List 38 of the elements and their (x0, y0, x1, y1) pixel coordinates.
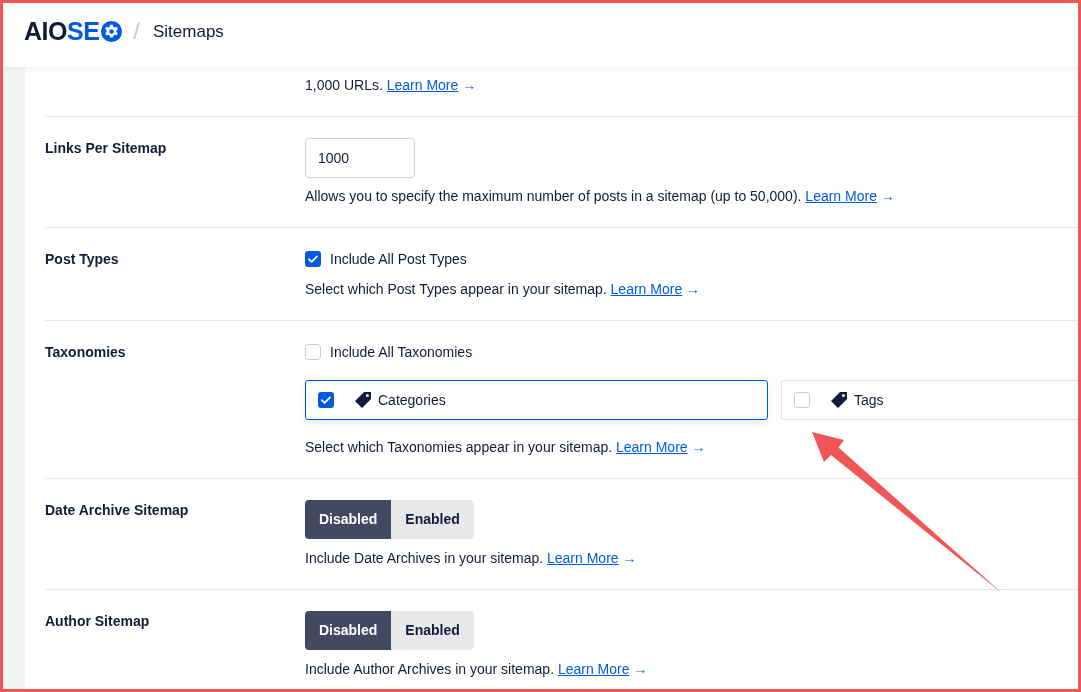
learn-more-link[interactable]: Learn More → (547, 550, 637, 566)
learn-more-link[interactable]: Learn More → (386, 77, 477, 93)
option-label: Tags (854, 390, 884, 410)
checkbox[interactable] (305, 344, 321, 360)
logo-text: AIOSE (24, 18, 100, 44)
page-title: Sitemaps (153, 22, 224, 40)
toggle-button[interactable]: Enabled (391, 500, 474, 539)
setting-label: Author Sitemap (45, 613, 150, 629)
number-input[interactable]: 1000 (305, 138, 415, 178)
learn-more-link[interactable]: Learn More → (610, 281, 701, 297)
tag-icon (830, 391, 848, 409)
toggle-button[interactable]: Disabled (305, 611, 392, 650)
tag-icon (354, 391, 372, 409)
checkbox-label[interactable]: Include All Taxonomies (330, 342, 473, 362)
toggle-button[interactable]: Enabled (391, 611, 474, 650)
setting-description: Include Date Archives in your sitemap. Learn More → (305, 549, 637, 568)
gear-icon (101, 20, 123, 42)
checkbox[interactable] (794, 392, 810, 408)
learn-more-link[interactable]: Learn More → (616, 439, 706, 455)
option-label: Categories (378, 390, 446, 410)
setting-label: Links Per Sitemap (45, 140, 167, 156)
learn-more-link[interactable]: Learn More → (557, 661, 648, 677)
setting-label: Post Types (45, 251, 119, 267)
setting-description: Select which Post Types appear in your sitemap. Learn More → (305, 280, 701, 299)
setting-description: Select which Taxonomies appear in your sitemap. Learn More → (305, 438, 706, 457)
breadcrumb-separator: / (133, 19, 140, 43)
setting-label: Taxonomies (45, 344, 126, 360)
checkbox[interactable] (305, 251, 321, 267)
toggle-button[interactable]: Disabled (305, 500, 392, 539)
checkbox-label[interactable]: Include All Post Types (330, 249, 467, 269)
taxonomy-option[interactable]: Tags (781, 380, 1078, 420)
setting-description: Allows you to specify the maximum number of posts in a sitemap (up to 50,000). Learn More → (305, 187, 895, 206)
setting-description: 1,000 URLs. Learn More → (305, 76, 477, 95)
setting-description: Include Author Archives in your sitemap. Learn More → (305, 660, 648, 679)
learn-more-link[interactable]: Learn More → (805, 188, 895, 204)
checkbox[interactable] (318, 392, 334, 408)
taxonomy-option[interactable]: Categories (305, 380, 768, 420)
setting-label: Date Archive Sitemap (45, 502, 189, 518)
